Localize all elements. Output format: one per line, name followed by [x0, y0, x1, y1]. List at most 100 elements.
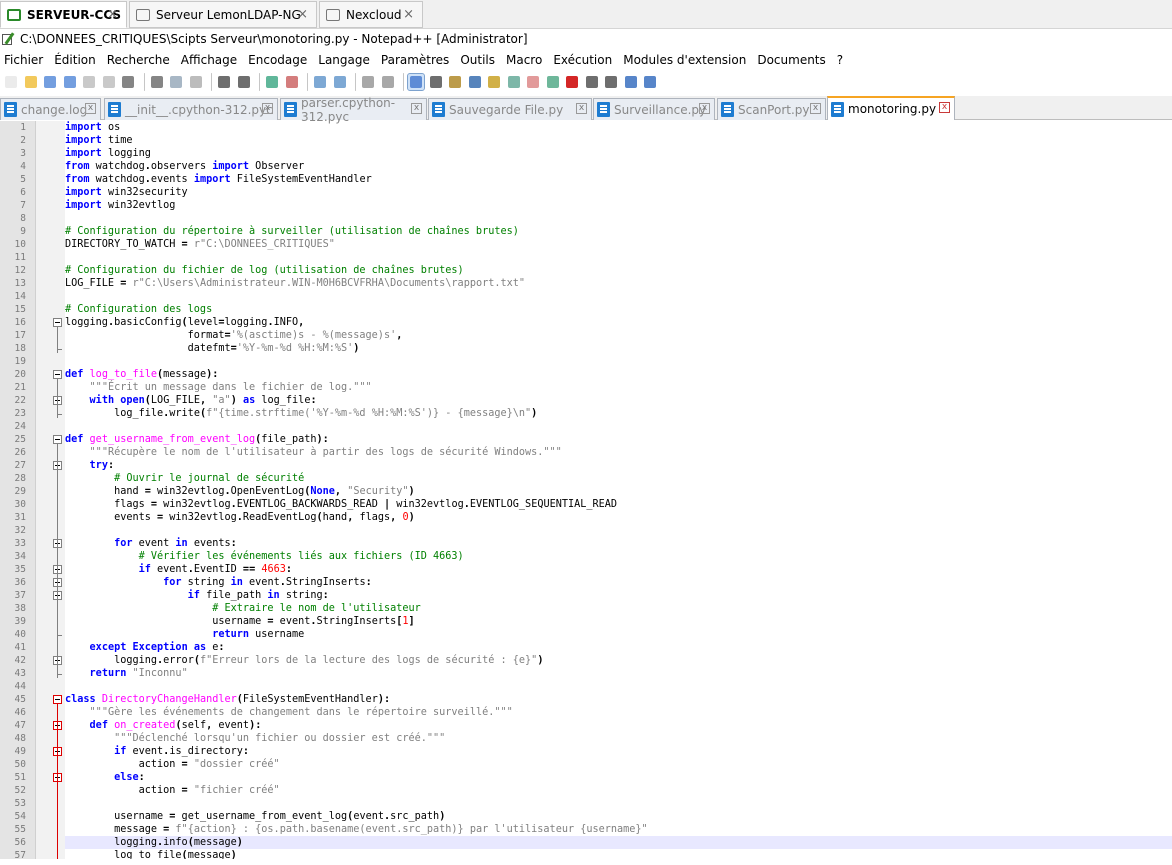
code-area[interactable]: import os import time import logging from w…	[65, 121, 1172, 859]
menu-item[interactable]: Affichage	[177, 53, 241, 67]
menu-item[interactable]: Langage	[314, 53, 374, 67]
menu-item[interactable]: Fichier	[0, 53, 47, 67]
playback-macro-icon[interactable]	[603, 74, 619, 90]
menu-item[interactable]: ?	[833, 53, 847, 67]
code-line[interactable]: log_to_file(message)	[65, 849, 1172, 859]
session-tab[interactable]: Nexcloud ×	[319, 1, 423, 28]
fold-toggle[interactable]	[53, 370, 62, 379]
code-line[interactable]: import win32security	[65, 186, 1172, 199]
code-line[interactable]: class DirectoryChangeHandler(FileSystemE…	[65, 693, 1172, 706]
document-map-icon[interactable]	[486, 74, 502, 90]
code-line[interactable]: logging.error(f"Erreur lors de la lectur…	[65, 654, 1172, 667]
close-icon[interactable]: x	[810, 103, 821, 114]
zoom-out-icon[interactable]	[332, 74, 348, 90]
menu-item[interactable]: Outils	[456, 53, 499, 67]
code-line[interactable]	[65, 251, 1172, 264]
close-icon[interactable]: x	[576, 103, 587, 114]
code-line[interactable]: with open(LOG_FILE, "a") as log_file:	[65, 394, 1172, 407]
replace-icon[interactable]	[284, 74, 300, 90]
code-line[interactable]: import win32evtlog	[65, 199, 1172, 212]
code-line[interactable]	[65, 797, 1172, 810]
open-file-icon[interactable]	[23, 74, 39, 90]
menu-item[interactable]: Encodage	[244, 53, 311, 67]
menu-item[interactable]: Recherche	[103, 53, 174, 67]
close-icon[interactable]: x	[699, 103, 710, 114]
code-line[interactable]	[65, 524, 1172, 537]
code-line[interactable]: import logging	[65, 147, 1172, 160]
code-line[interactable]: if event.is_directory:	[65, 745, 1172, 758]
close-all-icon[interactable]	[101, 74, 117, 90]
code-line[interactable]: log_file.write(f"{time.strftime('%Y-%m-%…	[65, 407, 1172, 420]
record-macro-icon[interactable]	[564, 74, 580, 90]
code-line[interactable]: logging.info(message)	[65, 836, 1172, 849]
document-tab[interactable]: change.log x	[0, 98, 101, 120]
menu-item[interactable]: Macro	[502, 53, 546, 67]
code-line[interactable]: """Écrit un message dans le fichier de l…	[65, 381, 1172, 394]
sync-horizontal-icon[interactable]	[380, 74, 396, 90]
menu-item[interactable]: Documents	[753, 53, 829, 67]
fold-toggle[interactable]	[53, 435, 62, 444]
close-icon[interactable]: ×	[403, 7, 414, 22]
new-file-icon[interactable]	[3, 74, 19, 90]
code-line[interactable]: # Vérifier les événements liés aux fichi…	[65, 550, 1172, 563]
code-line[interactable]: logging.basicConfig(level=logging.INFO,	[65, 316, 1172, 329]
code-line[interactable]: """Gère les événements de changement dan…	[65, 706, 1172, 719]
code-line[interactable]: # Configuration des logs	[65, 303, 1172, 316]
close-icon[interactable]: x	[939, 102, 950, 113]
code-line[interactable]: for string in event.StringInserts:	[65, 576, 1172, 589]
code-line[interactable]: LOG_FILE = r"C:\Users\Administrateur.WIN…	[65, 277, 1172, 290]
code-line[interactable]: """Récupère le nom de l'utilisateur à pa…	[65, 446, 1172, 459]
code-line[interactable]: hand = win32evtlog.OpenEventLog(None, "S…	[65, 485, 1172, 498]
code-line[interactable]: username = get_username_from_event_log(e…	[65, 810, 1172, 823]
code-line[interactable]: except Exception as e:	[65, 641, 1172, 654]
function-list-icon[interactable]	[506, 74, 522, 90]
close-icon[interactable]: ×	[297, 7, 308, 22]
code-line[interactable]: try:	[65, 459, 1172, 472]
user-defined-language-icon[interactable]	[467, 74, 483, 90]
document-tab[interactable]: monotoring.py x	[827, 96, 955, 120]
code-line[interactable]: from watchdog.events import FileSystemEv…	[65, 173, 1172, 186]
save-all-icon[interactable]	[62, 74, 78, 90]
code-line[interactable]: def on_created(self, event):	[65, 719, 1172, 732]
code-line[interactable]: message = f"{action} : {os.path.basename…	[65, 823, 1172, 836]
code-line[interactable]: events = win32evtlog.ReadEventLog(hand, …	[65, 511, 1172, 524]
sync-vertical-icon[interactable]	[360, 74, 376, 90]
code-line[interactable]: from watchdog.observers import Observer	[65, 160, 1172, 173]
document-tab[interactable]: Surveillance.py x	[593, 98, 715, 120]
session-tab[interactable]: SERVEUR-CCS ×	[0, 1, 127, 28]
cut-icon[interactable]	[149, 74, 165, 90]
close-icon[interactable]: x	[411, 103, 422, 114]
indent-guide-icon[interactable]	[447, 74, 463, 90]
menu-item[interactable]: Édition	[50, 53, 100, 67]
close-icon[interactable]: x	[85, 103, 96, 114]
code-line[interactable]: for event in events:	[65, 537, 1172, 550]
code-line[interactable]: """Déclenché lorsqu'un fichier ou dossie…	[65, 732, 1172, 745]
print-icon[interactable]	[120, 74, 136, 90]
paste-icon[interactable]	[188, 74, 204, 90]
monitoring-icon[interactable]	[545, 74, 561, 90]
code-line[interactable]: return username	[65, 628, 1172, 641]
undo-icon[interactable]	[216, 74, 232, 90]
close-icon[interactable]: ×	[107, 7, 118, 22]
code-line[interactable]: if file_path in string:	[65, 589, 1172, 602]
menu-item[interactable]: Paramètres	[377, 53, 453, 67]
copy-icon[interactable]	[168, 74, 184, 90]
code-line[interactable]: action = "fichier créé"	[65, 784, 1172, 797]
code-line[interactable]: # Extraire le nom de l'utilisateur	[65, 602, 1172, 615]
show-all-chars-icon[interactable]	[428, 74, 444, 90]
code-line[interactable]: if event.EventID == 4663:	[65, 563, 1172, 576]
folder-as-workspace-icon[interactable]	[525, 74, 541, 90]
code-line[interactable]: import time	[65, 134, 1172, 147]
document-tab[interactable]: Sauvegarde File.py x	[428, 98, 592, 120]
document-tab[interactable]: ScanPort.py x	[717, 98, 826, 120]
code-line[interactable]: # Configuration du répertoire à surveill…	[65, 225, 1172, 238]
code-line[interactable]: import os	[65, 121, 1172, 134]
document-tab[interactable]: parser.cpython-312.pyc x	[280, 96, 427, 124]
code-line[interactable]: return "Inconnu"	[65, 667, 1172, 680]
menu-item[interactable]: Modules d'extension	[619, 53, 750, 67]
save-macro-icon[interactable]	[642, 74, 658, 90]
code-line[interactable]	[65, 420, 1172, 433]
code-line[interactable]: flags = win32evtlog.EVENTLOG_BACKWARDS_R…	[65, 498, 1172, 511]
menu-item[interactable]: Exécution	[549, 53, 616, 67]
code-line[interactable]	[65, 290, 1172, 303]
